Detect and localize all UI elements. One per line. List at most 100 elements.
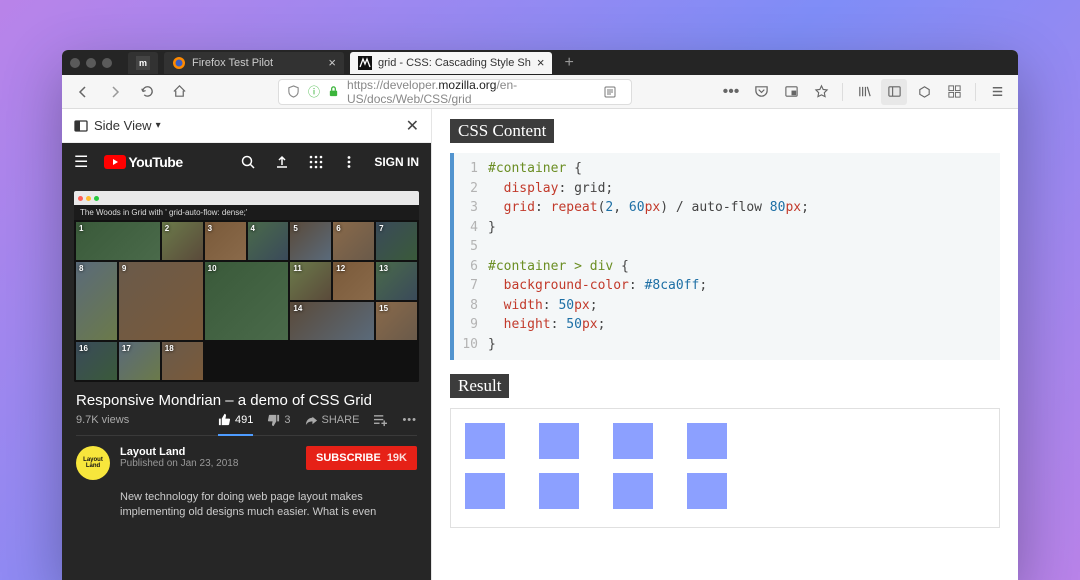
tab-3-active[interactable]: grid - CSS: Cascading Style Sh × (350, 52, 552, 74)
css-content-heading: CSS Content (450, 119, 554, 143)
side-view-title: Side View (94, 118, 152, 133)
firefox-icon (172, 56, 186, 70)
result-box (450, 408, 1000, 528)
add-to-playlist-icon[interactable] (373, 414, 388, 427)
zoom-window[interactable] (102, 58, 112, 68)
screenshot-icon[interactable] (778, 79, 804, 105)
demo-cell (613, 423, 653, 459)
video-grid-tile: 10 (205, 262, 289, 340)
site-info-icon[interactable]: ⓘ (308, 83, 320, 100)
reader-mode-icon[interactable] (597, 79, 623, 105)
reload-button[interactable] (134, 79, 160, 105)
demo-cell (613, 473, 653, 509)
code-block: 1#container { 2 display: grid; 3 grid: r… (450, 153, 1000, 360)
video-player[interactable]: The Woods in Grid with ' grid-auto-flow:… (74, 191, 419, 382)
minimize-window[interactable] (86, 58, 96, 68)
video-grid-tile: 17 (119, 342, 160, 380)
browser-window: m Firefox Test Pilot × grid - CSS: Casca… (62, 50, 1018, 580)
channel-avatar[interactable]: Layout Land (76, 446, 110, 480)
tab-1-favicon-icon: m (136, 56, 150, 70)
video-grid-tile: 3 (205, 222, 246, 260)
window-controls[interactable] (70, 58, 112, 68)
dislike-button[interactable]: 3 (267, 414, 290, 427)
new-tab-button[interactable]: + (558, 54, 579, 72)
demo-cell (465, 473, 505, 509)
tab-2-label: Firefox Test Pilot (192, 57, 273, 69)
library-icon[interactable] (851, 79, 877, 105)
home-button[interactable] (166, 79, 192, 105)
pocket-icon[interactable] (748, 79, 774, 105)
tab-2[interactable]: Firefox Test Pilot × (164, 52, 344, 74)
mdn-icon (358, 56, 372, 70)
channel-row: Layout Land Layout Land Published on Jan… (62, 436, 431, 490)
like-button[interactable]: 491 (218, 413, 253, 436)
view-count: 9.7K views (76, 414, 129, 426)
video-inner-title: The Woods in Grid with ' grid-auto-flow:… (74, 205, 419, 220)
video-grid-tile: 11 (290, 262, 331, 300)
demo-cell (687, 473, 727, 509)
video-grid-tile: 5 (290, 222, 331, 260)
video-grid-tile: 15 (376, 302, 417, 340)
subscribe-button[interactable]: SUBSCRIBE 19K (306, 446, 417, 470)
back-button[interactable] (70, 79, 96, 105)
tab-3-label: grid - CSS: Cascading Style Sh (378, 57, 531, 69)
demo-cell (465, 423, 505, 459)
demo-cell (539, 423, 579, 459)
share-button[interactable]: SHARE (305, 414, 360, 427)
video-grid-tile: 16 (76, 342, 117, 380)
chevron-down-icon[interactable]: ▾ (156, 120, 161, 131)
video-description: New technology for doing web page layout… (62, 490, 431, 535)
youtube-header: ☰ YouTube (62, 143, 431, 181)
side-view-header: Side View ▾ ✕ (62, 109, 431, 143)
video-meta: Responsive Mondrian – a demo of CSS Grid… (62, 382, 431, 436)
tab-2-close-icon[interactable]: × (328, 55, 336, 70)
url-text: https://developer.mozilla.org/en-US/docs… (347, 78, 589, 106)
youtube-page: ☰ YouTube (62, 143, 431, 580)
video-title: Responsive Mondrian – a demo of CSS Grid (76, 392, 417, 409)
video-grid-tile: 13 (376, 262, 417, 300)
lock-icon[interactable] (328, 86, 339, 97)
page-actions-icon[interactable]: ••• (718, 79, 744, 105)
video-grid-tile: 2 (162, 222, 203, 260)
channel-name[interactable]: Layout Land (120, 446, 296, 458)
tab-strip: m Firefox Test Pilot × grid - CSS: Casca… (62, 50, 1018, 75)
upload-icon[interactable] (274, 154, 290, 170)
content-area: Side View ▾ ✕ ☰ YouTube (62, 109, 1018, 580)
youtube-logo[interactable]: YouTube (104, 154, 182, 170)
kebab-menu-icon[interactable] (342, 155, 356, 169)
video-grid-tile: 7 (376, 222, 417, 260)
forward-button[interactable] (102, 79, 128, 105)
publish-date: Published on Jan 23, 2018 (120, 458, 296, 469)
mdn-page[interactable]: CSS Content 1#container { 2 display: gri… (432, 109, 1018, 580)
apps-grid-icon[interactable] (308, 154, 324, 170)
more-actions-icon[interactable]: ••• (402, 414, 417, 426)
video-grid-tile: 14 (290, 302, 374, 340)
demo-grid (465, 423, 985, 513)
url-bar[interactable]: ⓘ https://developer.mozilla.org/en-US/do… (278, 79, 632, 105)
demo-cell (539, 473, 579, 509)
hamburger-icon[interactable]: ☰ (74, 152, 88, 172)
video-grid-tile: 1 (76, 222, 160, 260)
video-grid-tile: 4 (248, 222, 289, 260)
containers-icon[interactable] (941, 79, 967, 105)
tracking-protection-icon[interactable] (287, 85, 300, 98)
inner-window-chrome (74, 191, 419, 205)
sidebar-toggle-icon[interactable] (881, 79, 907, 105)
video-grid-tile: 6 (333, 222, 374, 260)
side-view-panel: Side View ▾ ✕ ☰ YouTube (62, 109, 432, 580)
tab-1[interactable]: m (128, 52, 158, 74)
notifications-icon[interactable] (911, 79, 937, 105)
app-menu-icon[interactable] (984, 79, 1010, 105)
side-view-icon (74, 119, 88, 133)
close-window[interactable] (70, 58, 80, 68)
video-thumbnail-grid: 123456789101112131415161718 (74, 220, 419, 382)
result-heading: Result (450, 374, 509, 398)
search-icon[interactable] (240, 154, 256, 170)
tab-3-close-icon[interactable]: × (537, 55, 545, 70)
bookmark-star-icon[interactable] (808, 79, 834, 105)
toolbar-actions: ••• (718, 79, 1010, 105)
video-grid-tile: 8 (76, 262, 117, 340)
side-view-close-icon[interactable]: ✕ (406, 116, 419, 136)
signin-button[interactable]: SIGN IN (374, 155, 419, 169)
play-icon (104, 155, 126, 169)
